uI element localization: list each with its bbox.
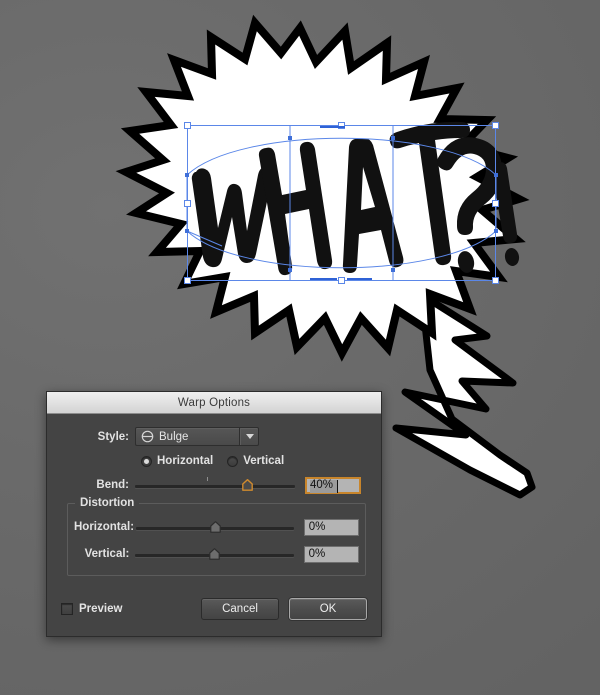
distortion-group: Distortion Horizontal: 0% Vertical: 0% — [67, 497, 366, 576]
orientation-radio-group[interactable]: Horizontal Vertical — [141, 455, 298, 467]
radio-horizontal[interactable]: Horizontal — [141, 455, 213, 467]
radio-vertical-label: Vertical — [243, 455, 285, 467]
distortion-vertical-input[interactable]: 0% — [303, 545, 360, 563]
distortion-vertical-value: 0% — [308, 548, 326, 560]
ok-button[interactable]: OK — [289, 598, 367, 620]
distortion-vertical-slider[interactable] — [135, 545, 294, 563]
radio-vertical[interactable]: Vertical — [227, 455, 284, 467]
radio-horizontal-label: Horizontal — [157, 455, 214, 467]
dialog-body: Style: Bulge Horizontal Vertical Bend: 4… — [47, 414, 381, 636]
distortion-vertical-thumb[interactable] — [209, 548, 221, 560]
preview-label: Preview — [79, 603, 123, 615]
distortion-horizontal-row: Horizontal: 0% — [74, 518, 359, 536]
distortion-vertical-label: Vertical: — [84, 548, 130, 560]
style-label: Style: — [97, 430, 129, 443]
style-select-value: Bulge — [159, 430, 189, 443]
burst-tail-path — [392, 296, 536, 499]
distortion-legend: Distortion — [75, 497, 140, 509]
style-row: Style: Bulge — [61, 427, 367, 446]
distortion-horizontal-label: Horizontal: — [74, 521, 135, 533]
burst-star-path — [115, 14, 530, 362]
bend-slider-thumb[interactable] — [242, 479, 253, 491]
bend-slider[interactable] — [135, 476, 295, 494]
radio-horizontal-indicator[interactable] — [141, 455, 152, 467]
text-caret — [337, 479, 338, 493]
chevron-down-icon[interactable] — [241, 428, 258, 445]
orientation-row: Horizontal Vertical — [61, 455, 367, 467]
distortion-vertical-row: Vertical: 0% — [74, 545, 360, 563]
distortion-horizontal-slider[interactable] — [136, 518, 294, 536]
preview-checkbox-box[interactable] — [61, 603, 73, 615]
cancel-button[interactable]: Cancel — [201, 598, 279, 620]
bend-value: 40% — [310, 479, 334, 491]
dialog-titlebar[interactable]: Warp Options — [47, 392, 381, 414]
warp-options-dialog[interactable]: Warp Options Style: Bulge Horizontal Ver… — [46, 391, 382, 637]
application-canvas: Warp Options Style: Bulge Horizontal Ver… — [0, 0, 600, 695]
radio-vertical-indicator[interactable] — [227, 455, 239, 467]
preview-checkbox[interactable]: Preview — [61, 603, 122, 615]
distortion-horizontal-thumb[interactable] — [210, 521, 221, 533]
bend-label: Bend: — [96, 479, 129, 491]
dialog-footer: Preview Cancel OK — [61, 598, 367, 620]
dialog-title: Warp Options — [177, 396, 251, 409]
style-select[interactable]: Bulge — [135, 427, 259, 446]
distortion-horizontal-value: 0% — [308, 521, 326, 533]
bend-row: Bend: 40% — [61, 476, 367, 494]
bend-slider-track[interactable] — [135, 485, 295, 488]
bend-value-input[interactable]: 40% — [305, 476, 361, 494]
bulge-warp-icon — [141, 430, 154, 443]
bend-slider-tick — [207, 477, 208, 481]
distortion-horizontal-input[interactable]: 0% — [303, 518, 359, 536]
